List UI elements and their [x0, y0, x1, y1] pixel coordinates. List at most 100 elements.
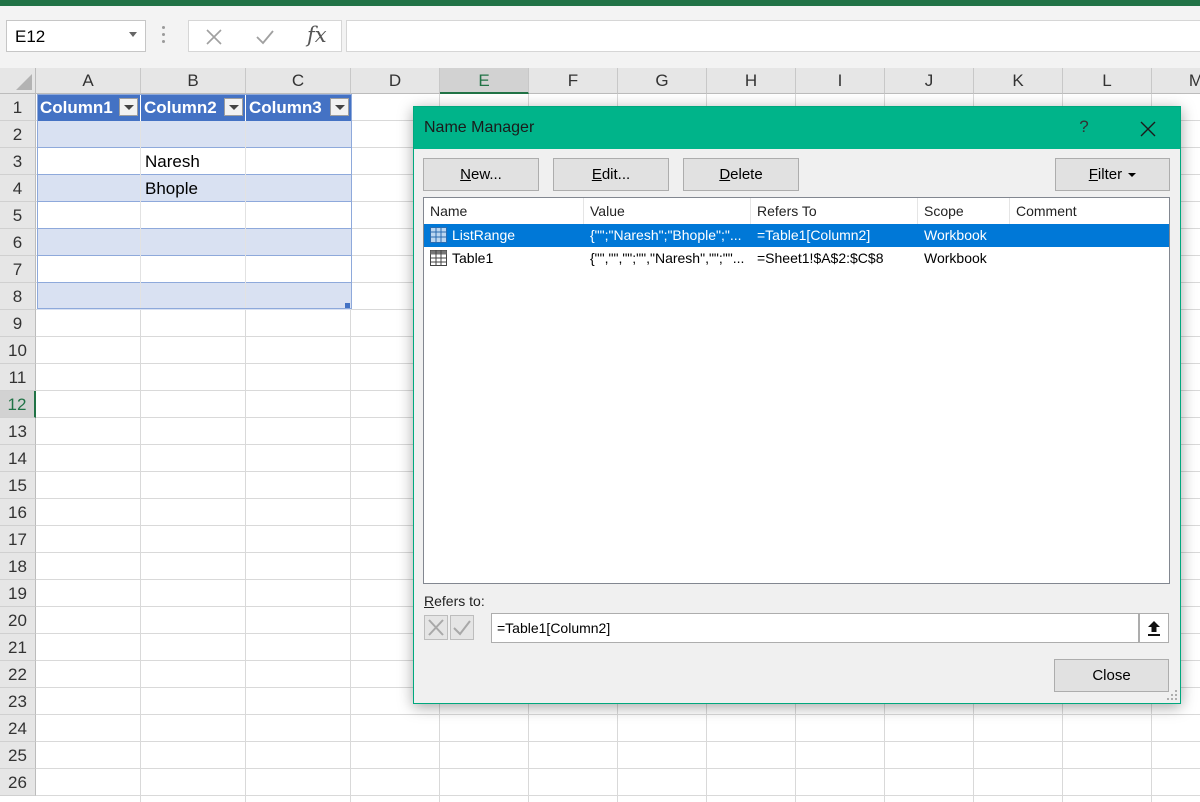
- name-box-value: E12: [15, 27, 46, 46]
- row-header-9[interactable]: 9: [0, 310, 36, 337]
- row-header-4[interactable]: 4: [0, 175, 36, 202]
- enter-icon[interactable]: [255, 28, 275, 46]
- row-header-3[interactable]: 3: [0, 148, 36, 175]
- table-header-column3: Column3: [246, 94, 351, 121]
- resize-grip-icon[interactable]: [1166, 689, 1178, 701]
- row-header-13[interactable]: 13: [0, 418, 36, 445]
- names-list-header: Name Value Refers To Scope Comment: [424, 198, 1169, 225]
- refers-to-input[interactable]: =Table1[Column2]: [491, 613, 1139, 643]
- row-header-25[interactable]: 25: [0, 742, 36, 769]
- table-row[interactable]: [37, 283, 351, 310]
- check-icon: [453, 620, 471, 636]
- row-header-26[interactable]: 26: [0, 769, 36, 796]
- filter-dropdown-button[interactable]: [330, 98, 349, 116]
- row-header-21[interactable]: 21: [0, 634, 36, 661]
- column-header-h[interactable]: H: [707, 68, 796, 94]
- close-button[interactable]: Close: [1054, 659, 1169, 692]
- row-header-14[interactable]: 14: [0, 445, 36, 472]
- filter-button[interactable]: Filter: [1055, 158, 1170, 191]
- column-header-scope[interactable]: Scope: [918, 198, 1010, 224]
- filter-dropdown-button[interactable]: [119, 98, 138, 116]
- cell-b3[interactable]: Naresh: [145, 148, 200, 175]
- close-icon[interactable]: [1136, 117, 1160, 141]
- row-header-16[interactable]: 16: [0, 499, 36, 526]
- dialog-title-bar[interactable]: Name Manager ?: [414, 107, 1180, 149]
- row-header-6[interactable]: 6: [0, 229, 36, 256]
- column-header-g[interactable]: G: [618, 68, 707, 94]
- row-header-10[interactable]: 10: [0, 337, 36, 364]
- new-button[interactable]: New...: [423, 158, 539, 191]
- row-header-19[interactable]: 19: [0, 580, 36, 607]
- value-cell: {"","","";"","Naresh","";""...: [590, 250, 745, 266]
- column-header-m[interactable]: M: [1152, 68, 1200, 94]
- row-header-18[interactable]: 18: [0, 553, 36, 580]
- formula-bar: E12 fx: [0, 6, 1200, 68]
- column-header-a[interactable]: A: [36, 68, 141, 94]
- upload-arrow-icon: [1148, 621, 1160, 636]
- column-header-l[interactable]: L: [1063, 68, 1152, 94]
- row-header-17[interactable]: 17: [0, 526, 36, 553]
- refers-to-label: Refers to:: [424, 593, 485, 609]
- list-item-table1[interactable]: Table1 {"","","";"","Naresh","";""... =S…: [424, 247, 1169, 270]
- row-header-24[interactable]: 24: [0, 715, 36, 742]
- table-header-label: Column2: [144, 98, 217, 117]
- row-header-22[interactable]: 22: [0, 661, 36, 688]
- delete-button[interactable]: Delete: [683, 158, 799, 191]
- table-resize-handle[interactable]: [345, 303, 350, 308]
- table-icon: [430, 250, 447, 266]
- name-box[interactable]: E12: [6, 20, 146, 52]
- list-item-listrange[interactable]: ListRange {"";"Naresh";"Bhople";"... =Ta…: [424, 224, 1169, 247]
- refers-to-cell: =Table1[Column2]: [757, 227, 871, 243]
- table-row[interactable]: [37, 121, 351, 148]
- row-header-2[interactable]: 2: [0, 121, 36, 148]
- row-header-23[interactable]: 23: [0, 688, 36, 715]
- chevron-down-icon[interactable]: [129, 32, 137, 37]
- formula-input[interactable]: [346, 20, 1200, 52]
- commit-edit-button[interactable]: [450, 615, 474, 640]
- names-list[interactable]: Name Value Refers To Scope Comment ListR…: [423, 197, 1170, 584]
- value-cell: {"";"Naresh";"Bhople";"...: [590, 227, 742, 243]
- column-header-j[interactable]: J: [885, 68, 974, 94]
- formula-bar-grip-icon: [162, 26, 166, 46]
- column-header-e[interactable]: E: [440, 68, 529, 94]
- row-header-20[interactable]: 20: [0, 607, 36, 634]
- formula-buttons: fx: [188, 20, 342, 52]
- column-header-b[interactable]: B: [141, 68, 246, 94]
- row-header-15[interactable]: 15: [0, 472, 36, 499]
- filter-dropdown-button[interactable]: [224, 98, 243, 116]
- row-header-1[interactable]: 1: [0, 94, 36, 121]
- column-header-name[interactable]: Name: [424, 198, 584, 224]
- table-row[interactable]: [37, 256, 351, 283]
- cancel-edit-button[interactable]: [424, 615, 448, 640]
- column-header-f[interactable]: F: [529, 68, 618, 94]
- table-row[interactable]: [37, 229, 351, 256]
- collapse-dialog-button[interactable]: [1139, 613, 1169, 643]
- insert-function-icon[interactable]: fx: [307, 23, 327, 47]
- column-header-c[interactable]: C: [246, 68, 351, 94]
- table-row[interactable]: [37, 202, 351, 229]
- refers-to-cell: =Sheet1!$A$2:$C$8: [757, 250, 884, 266]
- column-header-k[interactable]: K: [974, 68, 1063, 94]
- table-header-column2: Column2: [141, 94, 246, 121]
- cell-b4[interactable]: Bhople: [145, 175, 198, 202]
- table-range-icon: [430, 227, 447, 243]
- column-header-d[interactable]: D: [351, 68, 440, 94]
- comment-cell: [1010, 247, 1169, 270]
- help-button[interactable]: ?: [1074, 117, 1094, 139]
- column-header-i[interactable]: I: [796, 68, 885, 94]
- column-header-comment[interactable]: Comment: [1010, 198, 1169, 224]
- row-header-7[interactable]: 7: [0, 256, 36, 283]
- row-header-8[interactable]: 8: [0, 283, 36, 310]
- row-header-11[interactable]: 11: [0, 364, 36, 391]
- row-header-5[interactable]: 5: [0, 202, 36, 229]
- column-header-refers-to[interactable]: Refers To: [751, 198, 918, 224]
- edit-button[interactable]: Edit...: [553, 158, 669, 191]
- dialog-title: Name Manager: [424, 119, 535, 136]
- cancel-icon[interactable]: [205, 28, 223, 46]
- column-header-value[interactable]: Value: [584, 198, 751, 224]
- table-header-label: Column1: [40, 98, 113, 117]
- select-all-button[interactable]: [0, 68, 36, 94]
- row-header-12[interactable]: 12: [0, 391, 36, 418]
- comment-cell: [1010, 224, 1169, 247]
- name-cell: Table1: [452, 250, 494, 266]
